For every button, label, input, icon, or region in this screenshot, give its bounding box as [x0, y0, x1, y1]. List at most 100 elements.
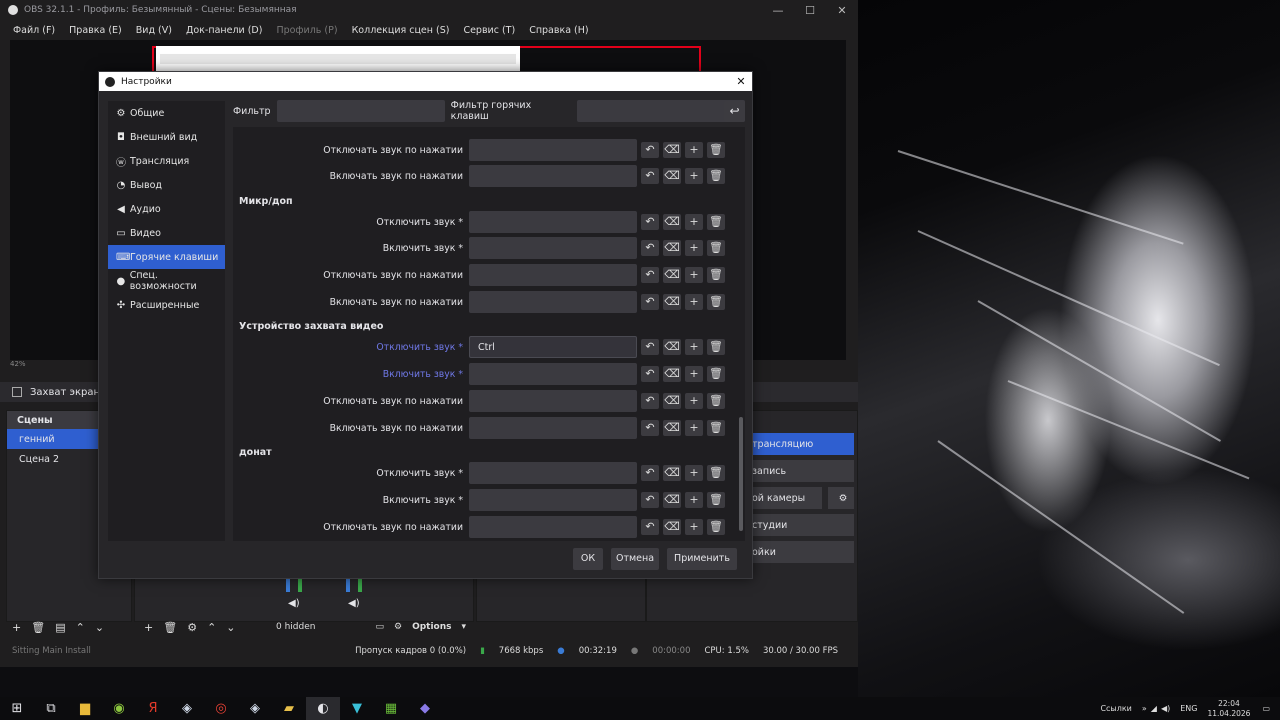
revert-icon[interactable]: ↶ — [641, 492, 659, 508]
app-icon[interactable]: ◉ — [102, 697, 136, 720]
trash-icon[interactable]: 🗑 — [31, 621, 45, 634]
clear-icon[interactable]: ⌫ — [663, 465, 681, 481]
menu-docks[interactable]: Док-панели (D) — [179, 25, 269, 36]
close-icon[interactable]: ✕ — [730, 75, 752, 88]
hotkey-input[interactable] — [469, 390, 637, 412]
clear-icon[interactable]: ⌫ — [663, 420, 681, 436]
mixer-settings-icon[interactable]: ⚙ — [394, 622, 402, 632]
studio-mode-button[interactable]: студии — [748, 514, 854, 536]
menu-edit[interactable]: Правка (E) — [62, 25, 129, 36]
hotkey-input[interactable] — [469, 237, 637, 259]
ok-button[interactable]: ОК — [573, 548, 603, 570]
menu-view[interactable]: Вид (V) — [129, 25, 179, 36]
close-icon[interactable]: ✕ — [826, 4, 858, 17]
revert-icon[interactable]: ↶ — [641, 339, 659, 355]
down-icon[interactable]: ⌄ — [95, 621, 104, 634]
apply-button[interactable]: Применить — [667, 548, 737, 570]
start-recording-button[interactable]: запись — [748, 460, 854, 482]
hotkey-input[interactable] — [469, 417, 637, 439]
clear-icon[interactable]: ⌫ — [663, 492, 681, 508]
revert-icon[interactable]: ↶ — [641, 168, 659, 184]
revert-icon[interactable]: ↶ — [641, 393, 659, 409]
trash-icon[interactable]: 🗑 — [707, 142, 725, 158]
up-icon[interactable]: ⌃ — [207, 621, 216, 634]
revert-icon[interactable]: ↶ — [641, 294, 659, 310]
add-icon[interactable]: + — [685, 142, 703, 158]
cancel-button[interactable]: Отмена — [611, 548, 659, 570]
hotkey-input[interactable] — [469, 211, 637, 233]
steam-icon[interactable]: ◈ — [238, 697, 272, 720]
add-icon[interactable]: + — [685, 214, 703, 230]
trash-icon[interactable]: 🗑 — [707, 214, 725, 230]
gear-icon[interactable]: ⚙ — [187, 621, 197, 634]
app-icon[interactable]: ◆ — [408, 697, 442, 720]
obs-icon[interactable]: ◐ — [306, 697, 340, 720]
clear-icon[interactable]: ⌫ — [663, 294, 681, 310]
filter-icon[interactable]: ▤ — [55, 621, 65, 634]
task-view-icon[interactable]: ⧉ — [34, 697, 68, 720]
steam-icon[interactable]: ◈ — [170, 697, 204, 720]
menu-profile[interactable]: Профиль (P) — [269, 25, 344, 36]
nav-audio[interactable]: ◀ Аудио — [108, 197, 225, 221]
app-icon[interactable]: ▼ — [340, 697, 374, 720]
trash-icon[interactable]: 🗑 — [707, 465, 725, 481]
filter-input[interactable] — [276, 100, 445, 122]
add-icon[interactable]: + — [685, 465, 703, 481]
hotkey-input[interactable] — [469, 165, 637, 187]
clear-icon[interactable]: ⌫ — [663, 142, 681, 158]
start-streaming-button[interactable]: трансляцию — [748, 433, 854, 455]
menu-help[interactable]: Справка (H) — [522, 25, 595, 36]
menu-scene-collection[interactable]: Коллекция сцен (S) — [345, 25, 457, 36]
trash-icon[interactable]: 🗑 — [707, 519, 725, 535]
notifications-icon[interactable]: ▭ — [1262, 704, 1270, 713]
source-checkbox[interactable] — [12, 387, 22, 397]
add-icon[interactable]: + — [685, 294, 703, 310]
trash-icon[interactable]: 🗑 — [707, 393, 725, 409]
clear-icon[interactable]: ⌫ — [663, 240, 681, 256]
maximize-icon[interactable]: ☐ — [794, 4, 826, 17]
clear-icon[interactable]: ⌫ — [663, 519, 681, 535]
links-toolbar[interactable]: Ссылки — [1100, 704, 1131, 713]
hotkey-input[interactable] — [469, 462, 637, 484]
revert-icon[interactable]: ↶ — [641, 465, 659, 481]
add-icon[interactable]: + — [685, 240, 703, 256]
revert-icon[interactable]: ↶ — [641, 519, 659, 535]
clear-icon[interactable]: ⌫ — [663, 168, 681, 184]
chevron-down-icon[interactable]: ▾ — [462, 622, 467, 632]
down-icon[interactable]: ⌄ — [226, 621, 235, 634]
hotkey-input[interactable] — [469, 363, 637, 385]
trash-icon[interactable]: 🗑 — [163, 621, 177, 634]
volume-icon[interactable]: ◀) — [1161, 704, 1170, 713]
nav-appearance[interactable]: ◘ Внешний вид — [108, 125, 225, 149]
start-icon[interactable]: ⊞ — [0, 697, 34, 720]
revert-icon[interactable]: ↶ — [641, 142, 659, 158]
network-icon[interactable]: ◢ — [1151, 704, 1157, 713]
speaker-icon[interactable]: ◀) — [348, 598, 360, 609]
add-icon[interactable]: + — [144, 621, 153, 634]
virtual-camera-settings-icon[interactable]: ⚙ — [828, 487, 854, 509]
app-icon[interactable]: ▰ — [272, 697, 306, 720]
clock[interactable]: 22:04 11.04.2026 — [1207, 699, 1250, 719]
nav-video[interactable]: ▭ Видео — [108, 221, 225, 245]
revert-icon[interactable]: ↶ — [641, 240, 659, 256]
nav-hotkeys[interactable]: ⌨ Горячие клавиши — [108, 245, 225, 269]
nav-stream[interactable]: ⓦ Трансляция — [108, 149, 225, 173]
clear-icon[interactable]: ⌫ — [663, 267, 681, 283]
hotkey-filter-input[interactable] — [576, 100, 746, 122]
yandex-icon[interactable]: Я — [136, 697, 170, 720]
virtual-camera-button[interactable]: ой камеры — [748, 487, 822, 509]
trash-icon[interactable]: 🗑 — [707, 492, 725, 508]
add-icon[interactable]: + — [685, 420, 703, 436]
nav-advanced[interactable]: ✣ Расширенные — [108, 293, 225, 317]
add-icon[interactable]: + — [685, 267, 703, 283]
add-icon[interactable]: + — [685, 492, 703, 508]
folder-icon[interactable]: ▆ — [68, 697, 102, 720]
trash-icon[interactable]: 🗑 — [707, 267, 725, 283]
revert-icon[interactable]: ↶ — [641, 214, 659, 230]
clear-icon[interactable]: ⌫ — [663, 339, 681, 355]
menu-file[interactable]: Файл (F) — [6, 25, 62, 36]
options-button[interactable]: Options — [412, 622, 451, 632]
add-icon[interactable]: + — [685, 366, 703, 382]
speaker-icon[interactable]: ◀) — [288, 598, 300, 609]
nav-general[interactable]: ⚙ Общие — [108, 101, 225, 125]
